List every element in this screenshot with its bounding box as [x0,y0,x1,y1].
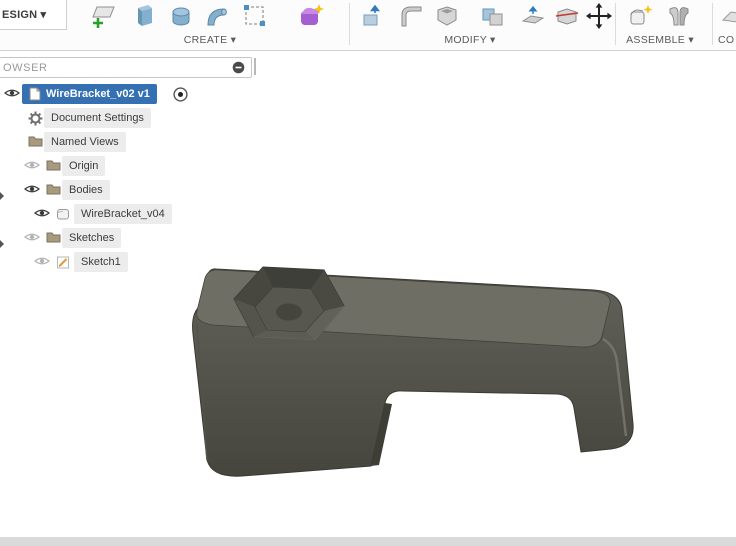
tree-item-label: Sketches [69,232,115,244]
tree-item-body-wirebracket-v04[interactable]: WireBracket_v04 [74,204,172,224]
gear-icon [28,111,43,126]
tree-item-sketch1[interactable]: Sketch1 [74,252,128,272]
tree-item-label: Sketch1 [81,256,121,268]
tree-row-body-wirebracket: WireBracket_v04 [0,204,260,226]
tree-item-document-settings[interactable]: Document Settings [44,108,151,128]
construct-partial-button[interactable] [718,1,736,31]
tree-item-label: Named Views [51,136,119,148]
visibility-eye-icon[interactable] [24,159,40,171]
body-icon [56,207,70,221]
construct-menu-label[interactable]: CO [718,34,736,48]
shell-icon [433,2,461,30]
toolbar-separator [349,3,350,45]
tree-item-label: WireBracket_v04 [81,208,165,220]
move-copy-button[interactable] [584,1,614,31]
component-document-icon [29,87,41,101]
folder-icon [28,135,43,147]
folder-icon [46,231,61,243]
tree-item-named-views[interactable]: Named Views [44,132,126,152]
tree-row-root-component: WireBracket_v02 v1 [0,84,260,106]
expand-triangle-icon[interactable] [0,235,4,248]
modify-menu-label[interactable]: MODIFY ▾ [410,34,530,48]
tree-row-named-views: Named Views [0,132,260,154]
visibility-eye-icon[interactable] [34,207,50,219]
split-body-icon [553,2,581,30]
tree-item-label: Document Settings [51,112,144,124]
tree-item-sketches[interactable]: Sketches [62,228,122,248]
tree-row-document-settings: Document Settings [0,108,260,130]
fillet-icon [397,2,425,30]
visibility-eye-icon[interactable] [24,183,40,195]
combine-button[interactable] [478,1,508,31]
visibility-eye-icon[interactable] [24,231,40,243]
tree-row-bodies: Bodies [0,180,260,202]
tree-item-bodies[interactable]: Bodies [62,180,110,200]
expand-triangle-icon[interactable] [0,187,4,200]
press-pull-button[interactable] [358,1,388,31]
joint-button[interactable] [664,1,694,31]
construct-plane-icon [719,2,736,30]
joint-icon [665,2,693,30]
folder-icon [46,159,61,171]
create-form-icon [297,2,325,30]
tree-item-origin[interactable]: Origin [62,156,106,176]
tree-item-label: Bodies [69,184,103,196]
tree-row-origin: Origin [0,156,260,178]
activate-component-radio-icon[interactable] [172,86,189,103]
shell-button[interactable] [432,1,462,31]
offset-face-icon [519,2,547,30]
assemble-menu-label[interactable]: ASSEMBLE ▾ [600,34,720,48]
bottom-strip [0,537,736,546]
tree-item-label: WireBracket_v02 v1 [46,88,150,100]
tree-item-label: Origin [69,160,99,172]
new-component-icon [627,2,655,30]
sketch-icon [56,255,70,269]
fillet-button[interactable] [396,1,426,31]
new-component-button[interactable] [626,1,656,31]
viewport-3d-model[interactable] [140,240,660,540]
create-form-button[interactable] [296,1,326,31]
press-pull-icon [359,2,387,30]
visibility-eye-icon[interactable] [4,87,20,99]
offset-face-button[interactable] [518,1,548,31]
tree-item-root-component[interactable]: WireBracket_v02 v1 [22,84,157,104]
visibility-eye-icon[interactable] [34,255,50,267]
move-copy-icon [585,2,613,30]
combine-icon [479,2,507,30]
folder-icon [46,183,61,195]
split-body-button[interactable] [552,1,582,31]
